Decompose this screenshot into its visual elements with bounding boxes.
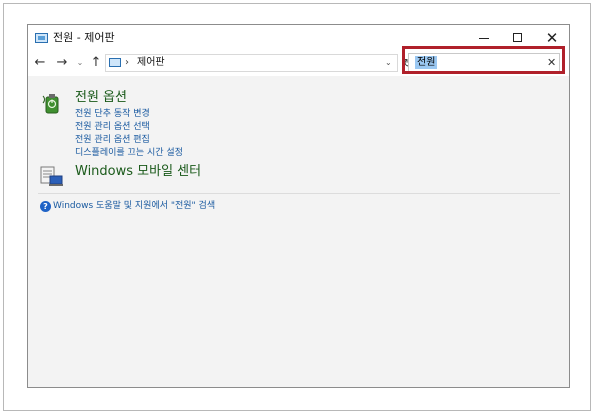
up-arrow-icon[interactable]: ↑ — [89, 55, 103, 71]
breadcrumb-separator: › — [125, 57, 129, 68]
edit-power-plan-link[interactable]: 전원 관리 옵션 편집 — [75, 134, 150, 146]
display-off-time-link[interactable]: 디스플레이를 끄는 시간 설정 — [75, 147, 183, 159]
change-power-button-link[interactable]: 전원 단추 동작 변경 — [75, 108, 150, 120]
breadcrumb-control-panel[interactable]: 제어판 — [137, 56, 165, 70]
control-panel-icon — [109, 58, 121, 67]
control-panel-window: 전원 - 제어판 ✕ ← → ⌄ ↑ › 제어판 ⌄ ↻ 전원 ✕ 전원 옵션 — [27, 24, 570, 388]
address-bar[interactable]: › 제어판 ⌄ — [105, 54, 398, 72]
help-icon: ? — [40, 201, 51, 212]
choose-power-plan-link[interactable]: 전원 관리 옵션 선택 — [75, 121, 150, 133]
search-results: 전원 옵션 전원 단추 동작 변경 전원 관리 옵션 선택 전원 관리 옵션 편… — [28, 76, 569, 387]
forward-arrow-icon[interactable]: → — [55, 55, 69, 71]
help-search-link[interactable]: Windows 도움말 및 지원에서 "전원" 검색 — [53, 200, 215, 213]
search-highlight-box — [402, 46, 565, 74]
address-dropdown-icon[interactable]: ⌄ — [385, 56, 392, 70]
results-divider — [38, 193, 560, 194]
back-arrow-icon[interactable]: ← — [33, 55, 47, 71]
mobility-center-heading[interactable]: Windows 모바일 센터 — [75, 164, 201, 180]
mobility-center-icon — [40, 166, 63, 186]
power-options-icon — [42, 94, 59, 114]
control-panel-icon — [35, 33, 48, 43]
power-options-heading[interactable]: 전원 옵션 — [75, 90, 127, 106]
window-title: 전원 - 제어판 — [53, 31, 115, 44]
recent-locations-chevron-icon[interactable]: ⌄ — [75, 55, 85, 71]
